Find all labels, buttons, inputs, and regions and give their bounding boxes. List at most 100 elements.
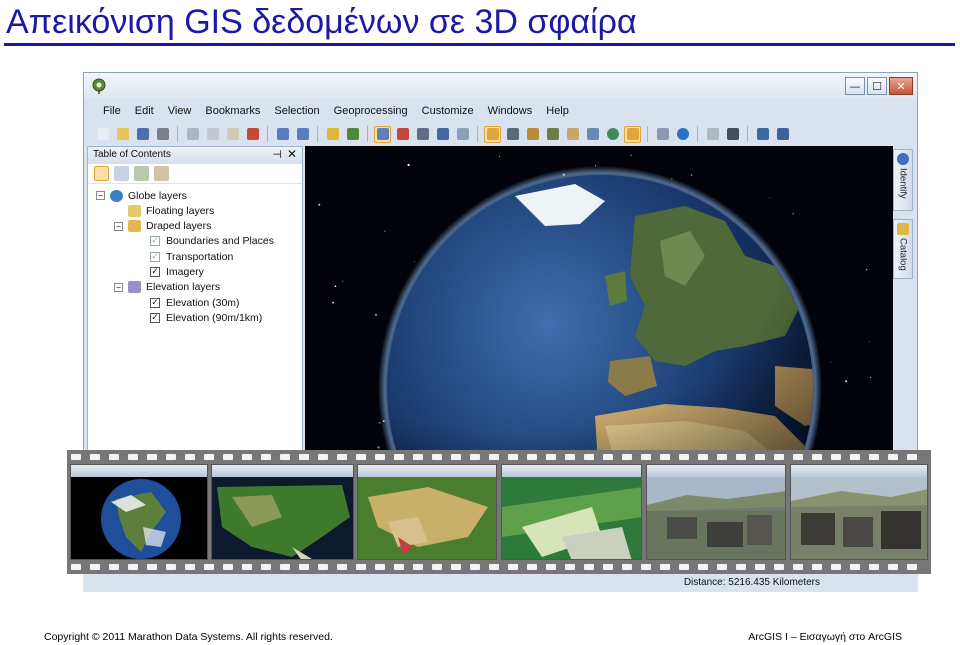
binoculars-icon[interactable]: [724, 126, 741, 143]
toolbar-separator: [367, 126, 368, 142]
identify-tab[interactable]: Identify: [893, 149, 913, 211]
menu-help[interactable]: Help: [539, 105, 576, 117]
film-hole: [223, 564, 233, 570]
navigate-icon[interactable]: [484, 125, 501, 143]
list-by-drawing-order-icon[interactable]: [94, 166, 109, 181]
menu-edit[interactable]: Edit: [128, 105, 161, 117]
target-icon[interactable]: [544, 126, 561, 143]
delete-icon[interactable]: [244, 126, 261, 143]
toc-toolbar: [88, 164, 302, 184]
layer-icon[interactable]: [344, 126, 361, 143]
film-hole: [546, 564, 556, 570]
collapse-icon[interactable]: −: [114, 221, 123, 231]
film-hole: [622, 454, 632, 460]
title-bar[interactable]: — ☐ ✕: [84, 73, 917, 99]
film-hole: [318, 564, 328, 570]
layer-item[interactable]: − Globe layers: [96, 188, 187, 203]
options-icon[interactable]: [154, 166, 169, 181]
info-icon[interactable]: [674, 126, 691, 143]
globe-icon[interactable]: [604, 126, 621, 143]
layer-item[interactable]: − Draped layers: [114, 219, 211, 234]
film-hole: [489, 564, 499, 570]
film-hole: [717, 564, 727, 570]
film-hole: [793, 454, 803, 460]
frame-titlebar: [791, 465, 927, 477]
spin-icon[interactable]: [624, 125, 641, 143]
pin-icon[interactable]: ⊣: [272, 148, 282, 161]
minimize-button[interactable]: —: [845, 77, 865, 95]
identify-icon[interactable]: [414, 126, 431, 143]
film-hole: [546, 454, 556, 460]
map-view-icon[interactable]: [434, 126, 451, 143]
zoom-icon[interactable]: [584, 126, 601, 143]
link-icon[interactable]: [454, 126, 471, 143]
print-icon[interactable]: [154, 126, 171, 143]
list-by-source-icon[interactable]: [114, 166, 129, 181]
menu-selection[interactable]: Selection: [267, 105, 326, 117]
layer-visibility-checkbox[interactable]: ✓: [150, 251, 160, 262]
layer-label: Elevation (90m/1km): [166, 311, 263, 324]
paste-icon[interactable]: [224, 126, 241, 143]
full-extent-icon-glyph: [376, 128, 389, 140]
bookmark-icon[interactable]: [394, 126, 411, 143]
layer-visibility-checkbox[interactable]: ✓: [150, 267, 160, 277]
measure-icon[interactable]: [704, 126, 721, 143]
layer-item[interactable]: ✓ Transportation: [150, 249, 233, 264]
film-hole: [641, 564, 651, 570]
film-hole: [489, 454, 499, 460]
open-folder-icon[interactable]: [114, 126, 131, 143]
course-footer: ArcGIS I – Εισαγωγή στο ArcGIS: [748, 631, 902, 643]
layer-item[interactable]: ✓ Elevation (30m): [150, 295, 240, 310]
select-icon-glyph: [656, 128, 669, 140]
add-data-icon[interactable]: [324, 126, 341, 143]
layer-visibility-checkbox[interactable]: ✓: [150, 297, 160, 308]
collapse-icon[interactable]: −: [114, 282, 123, 292]
redo-icon[interactable]: [294, 126, 311, 143]
layer-visibility-checkbox[interactable]: ✓: [150, 236, 160, 247]
layer-item[interactable]: − Elevation layers: [114, 280, 220, 295]
layer-item[interactable]: ✓ Elevation (90m/1km): [150, 310, 262, 325]
layer-visibility-checkbox[interactable]: ✓: [150, 312, 160, 323]
collapse-icon[interactable]: −: [96, 191, 105, 200]
catalog-tab[interactable]: Catalog: [893, 219, 913, 279]
fly-icon[interactable]: [504, 126, 521, 143]
pan-icon[interactable]: [564, 126, 581, 143]
new-document-icon[interactable]: [94, 126, 111, 143]
xy-icon[interactable]: [754, 126, 771, 143]
film-hole: [204, 564, 214, 570]
menu-file[interactable]: File: [96, 105, 128, 117]
menu-view[interactable]: View: [161, 105, 199, 117]
menu-windows[interactable]: Windows: [481, 105, 540, 117]
layer-item[interactable]: ✓ Boundaries and Places: [150, 234, 274, 249]
film-hole: [147, 564, 157, 570]
layer-item[interactable]: ✓ Imagery: [150, 265, 204, 280]
film-hole: [527, 454, 537, 460]
toc-close-icon[interactable]: ✕: [287, 147, 297, 161]
save-icon[interactable]: [134, 126, 151, 143]
maximize-button[interactable]: ☐: [867, 77, 887, 95]
tools-icon[interactable]: [774, 126, 791, 143]
film-hole: [413, 454, 423, 460]
film-hole: [660, 564, 670, 570]
menu-geoprocessing[interactable]: Geoprocessing: [327, 105, 415, 117]
film-frame-2: [211, 464, 354, 560]
toc-header[interactable]: Table of Contents ⊣ ✕: [88, 147, 302, 164]
valley-thumbnail: [502, 477, 641, 559]
film-hole: [261, 564, 271, 570]
draped-layer-icon: [128, 220, 141, 233]
cut-icon[interactable]: [184, 126, 201, 143]
film-hole: [470, 454, 480, 460]
menu-bookmarks[interactable]: Bookmarks: [198, 105, 267, 117]
main-toolbar: [84, 122, 917, 146]
film-hole: [185, 564, 195, 570]
select-icon[interactable]: [654, 126, 671, 143]
observer-icon[interactable]: [524, 126, 541, 143]
full-extent-icon[interactable]: [374, 125, 391, 143]
close-button[interactable]: ✕: [889, 77, 913, 95]
window-controls: — ☐ ✕: [845, 77, 913, 95]
copy-icon[interactable]: [204, 126, 221, 143]
layer-item[interactable]: Floating layers: [128, 203, 214, 218]
undo-icon[interactable]: [274, 126, 291, 143]
list-by-visibility-icon[interactable]: [134, 166, 149, 181]
menu-customize[interactable]: Customize: [415, 105, 481, 117]
